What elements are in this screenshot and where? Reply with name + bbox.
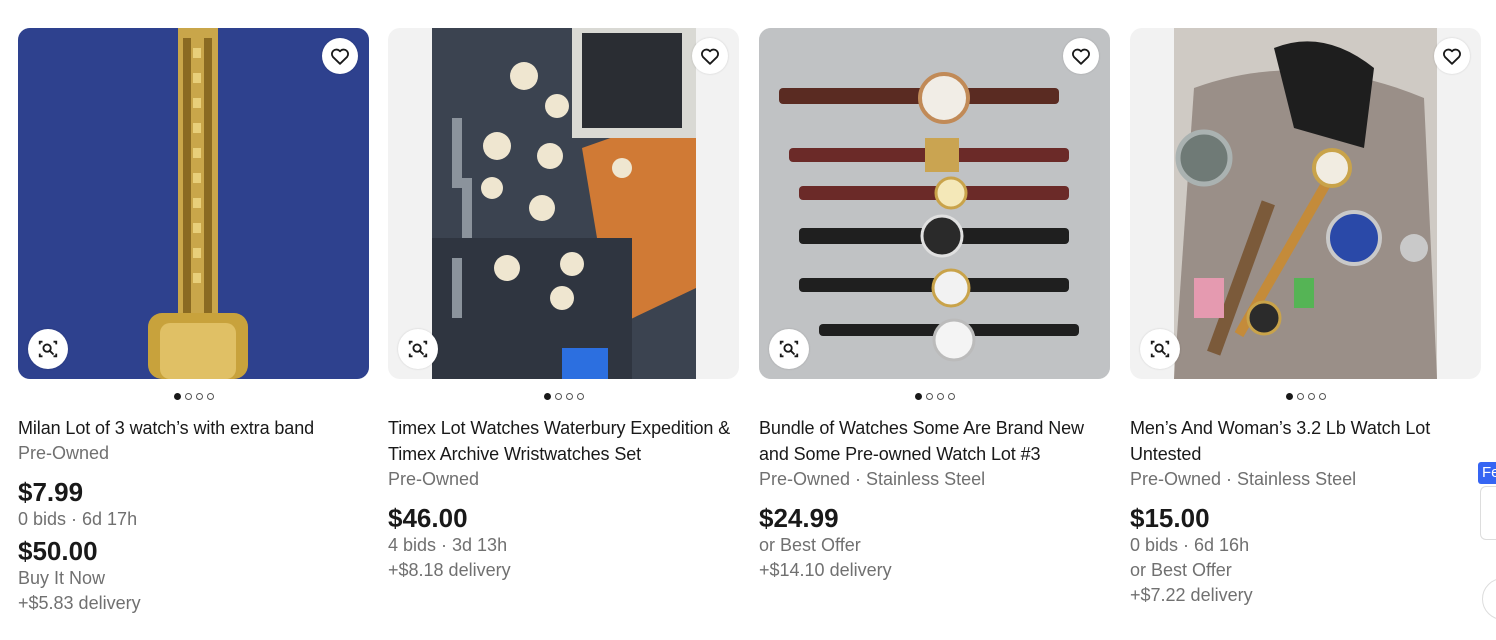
visual-search-button[interactable] xyxy=(28,329,68,369)
carousel-dot[interactable] xyxy=(543,393,551,400)
carousel-dots xyxy=(1130,393,1481,401)
carousel-dot[interactable] xyxy=(184,393,192,400)
listing-image-carousel[interactable] xyxy=(388,28,739,379)
listing-bids-time: 0 bids · 6d 16h xyxy=(1130,535,1250,555)
listing-best-offer: or Best Offer xyxy=(759,535,861,555)
listing-title[interactable]: Men’s And Woman’s 3.2 Lb Watch Lot Untes… xyxy=(1130,415,1481,467)
carousel-dot[interactable] xyxy=(925,393,933,400)
listing-price: $7.99 xyxy=(18,477,84,507)
listing-condition: Pre-Owned · Stainless Steel xyxy=(1130,469,1357,489)
carousel-dot[interactable] xyxy=(565,393,573,400)
image-search-icon xyxy=(779,340,799,358)
listing-delivery: +$7.22 delivery xyxy=(1130,585,1253,605)
listing-price: $46.00 xyxy=(388,503,468,533)
listing-card[interactable]: Men’s And Woman’s 3.2 Lb Watch Lot Untes… xyxy=(1130,28,1481,608)
carousel-dot[interactable] xyxy=(914,393,922,400)
listing-delivery: +$8.18 delivery xyxy=(388,560,511,580)
listing-photo[interactable] xyxy=(18,28,369,379)
listing-photo[interactable] xyxy=(1174,28,1437,379)
listing-delivery: +$14.10 delivery xyxy=(759,560,892,580)
listing-condition: Pre-Owned xyxy=(18,443,110,463)
visual-search-button[interactable] xyxy=(1140,329,1180,369)
carousel-dot[interactable] xyxy=(936,393,944,400)
heart-outline-icon xyxy=(1072,48,1090,65)
carousel-dot[interactable] xyxy=(195,393,203,400)
carousel-dot[interactable] xyxy=(1307,393,1315,400)
carousel-dots xyxy=(18,393,369,401)
listing-photo[interactable] xyxy=(432,28,696,379)
listing-condition: Pre-Owned xyxy=(388,469,480,489)
listing-price: $24.99 xyxy=(759,503,839,533)
listing-price: $15.00 xyxy=(1130,503,1210,533)
listing-image-carousel[interactable] xyxy=(18,28,369,379)
feedback-tab[interactable]: Fe xyxy=(1478,462,1496,484)
carousel-dot[interactable] xyxy=(173,393,181,400)
listing-bids-time: 0 bids · 6d 17h xyxy=(18,509,138,529)
carousel-dot[interactable] xyxy=(554,393,562,400)
image-search-icon xyxy=(408,340,428,358)
carousel-dot[interactable] xyxy=(1285,393,1293,400)
listing-image-carousel[interactable] xyxy=(759,28,1110,379)
heart-outline-icon xyxy=(701,48,719,65)
favorite-button[interactable] xyxy=(1434,38,1470,74)
favorite-button[interactable] xyxy=(322,38,358,74)
listing-photo[interactable] xyxy=(759,28,1110,379)
carousel-dot[interactable] xyxy=(1296,393,1304,400)
listing-title[interactable]: Timex Lot Watches Waterbury Expedition &… xyxy=(388,415,739,467)
buy-now-label: Buy It Now xyxy=(18,568,106,588)
carousel-dots xyxy=(388,393,739,401)
carousel-dots xyxy=(759,393,1110,401)
buy-now-price: $50.00 xyxy=(18,536,98,566)
image-search-icon xyxy=(1150,340,1170,358)
listing-card[interactable]: Milan Lot of 3 watch’s with extra band P… xyxy=(18,28,369,616)
listing-title[interactable]: Milan Lot of 3 watch’s with extra band xyxy=(18,415,369,441)
favorite-button[interactable] xyxy=(692,38,728,74)
listing-best-offer: or Best Offer xyxy=(1130,560,1232,580)
listing-grid: Milan Lot of 3 watch’s with extra band P… xyxy=(0,0,1496,640)
carousel-dot[interactable] xyxy=(947,393,955,400)
carousel-dot[interactable] xyxy=(206,393,214,400)
listing-title[interactable]: Bundle of Watches Some Are Brand New and… xyxy=(759,415,1110,467)
heart-outline-icon xyxy=(331,48,349,65)
image-search-icon xyxy=(38,340,58,358)
listing-card[interactable]: Bundle of Watches Some Are Brand New and… xyxy=(759,28,1110,583)
listing-bids-time: 4 bids · 3d 13h xyxy=(388,535,508,555)
side-panel-edge xyxy=(1480,486,1496,540)
favorite-button[interactable] xyxy=(1063,38,1099,74)
carousel-dot[interactable] xyxy=(576,393,584,400)
listing-delivery: +$5.83 delivery xyxy=(18,593,141,613)
carousel-dot[interactable] xyxy=(1318,393,1326,400)
heart-outline-icon xyxy=(1443,48,1461,65)
visual-search-button[interactable] xyxy=(398,329,438,369)
visual-search-button[interactable] xyxy=(769,329,809,369)
listing-image-carousel[interactable] xyxy=(1130,28,1481,379)
listing-card[interactable]: Timex Lot Watches Waterbury Expedition &… xyxy=(388,28,739,583)
listing-condition: Pre-Owned · Stainless Steel xyxy=(759,469,986,489)
